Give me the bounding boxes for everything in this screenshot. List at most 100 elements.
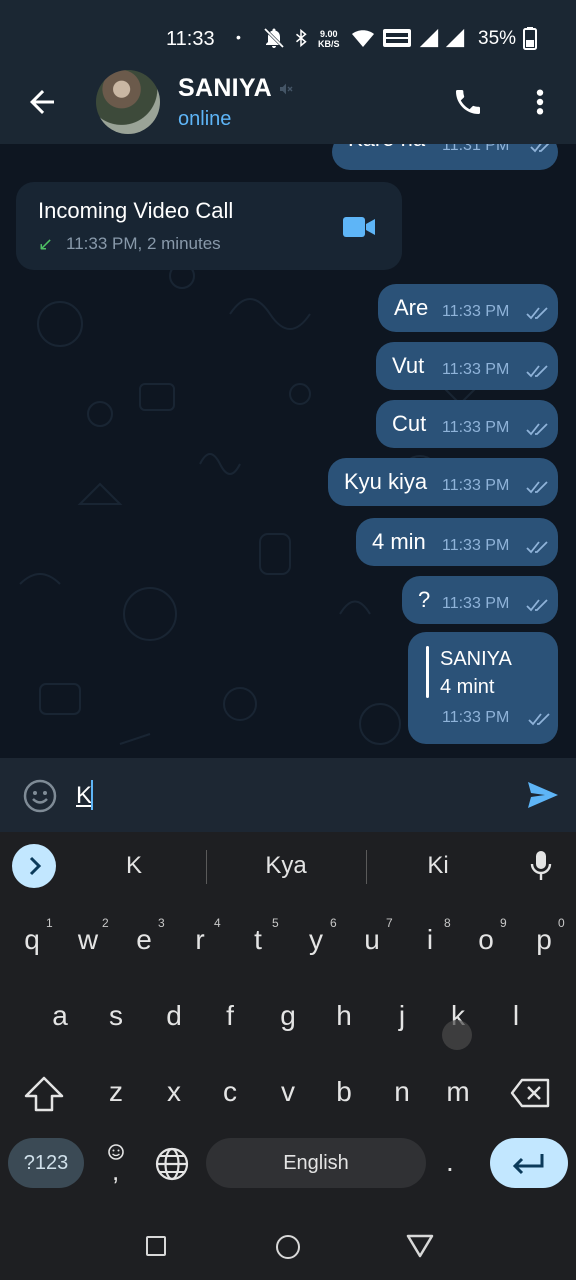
suggestion-2[interactable]: Kya: [216, 852, 356, 880]
message-time: 11:33 PM: [442, 477, 510, 494]
suggestion-divider: [366, 850, 367, 884]
send-icon[interactable]: [526, 780, 560, 810]
bluetooth-icon: [296, 28, 307, 48]
message-time: 11:33 PM: [442, 709, 510, 726]
call-meta: 11:33 PM, 2 minutes: [66, 234, 221, 253]
key-number-hint: 0: [558, 916, 565, 930]
message-bubble-partial[interactable]: Karo na 11:31 PM: [332, 144, 558, 170]
key-number-hint: 5: [272, 916, 279, 930]
key-z[interactable]: z: [92, 1076, 140, 1108]
enter-key[interactable]: [490, 1138, 568, 1188]
key-f[interactable]: f: [206, 1000, 254, 1032]
key-d[interactable]: d: [150, 1000, 198, 1032]
symbols-key[interactable]: ?123: [8, 1138, 84, 1188]
system-nav-bar: [0, 1202, 576, 1280]
chevron-right-icon: [29, 856, 42, 876]
message-input[interactable]: K: [76, 782, 92, 810]
double-check-icon: [526, 423, 548, 436]
message-text: Cut: [392, 411, 427, 436]
double-check-icon: [526, 307, 548, 320]
message-text: Vut: [392, 353, 425, 378]
space-bar[interactable]: English: [206, 1138, 426, 1188]
period-key[interactable]: .: [446, 1146, 454, 1178]
key-b[interactable]: b: [320, 1076, 368, 1108]
reply-to-name: SANIYA: [440, 648, 512, 670]
key-a[interactable]: a: [36, 1000, 84, 1032]
signal-icon-2: [445, 28, 465, 48]
message-time: 11:33 PM: [442, 303, 510, 320]
message-bubble[interactable]: Vut 11:33 PM: [376, 342, 558, 390]
key-press-ripple: [442, 1020, 472, 1050]
key-number-hint: 8: [444, 916, 451, 930]
message-text: 4 min: [372, 529, 426, 554]
message-text: Are: [394, 295, 429, 320]
shift-icon[interactable]: [22, 1074, 66, 1114]
message-bubble[interactable]: Are 11:33 PM: [378, 284, 558, 332]
key-j[interactable]: j: [378, 1000, 426, 1032]
incoming-call-arrow-icon: ↙: [38, 234, 54, 254]
suggestion-3[interactable]: Ki: [368, 852, 508, 880]
contact-name[interactable]: SANIYA: [178, 74, 272, 103]
key-x[interactable]: x: [150, 1076, 198, 1108]
volte-icon: [383, 29, 411, 47]
globe-icon[interactable]: [154, 1146, 190, 1182]
key-c[interactable]: c: [206, 1076, 254, 1108]
message-bubble[interactable]: Cut 11:33 PM: [376, 400, 558, 448]
suggestion-1[interactable]: K: [64, 852, 204, 880]
battery-percent: 35%: [478, 28, 517, 49]
suggestion-expand-button[interactable]: [12, 844, 56, 888]
net-speed-value: 9.00: [319, 29, 338, 39]
key-v[interactable]: v: [264, 1076, 312, 1108]
video-call-icon[interactable]: [342, 216, 376, 238]
soft-keyboard: K Kya Ki q1w2e3r4t5y6u7i8o9p0asdfghjklzx…: [0, 832, 576, 1202]
network-speed: 9.00 KB/S: [318, 29, 340, 49]
contact-avatar[interactable]: [96, 70, 160, 134]
notification-dot: •: [236, 29, 241, 45]
message-time: 11:33 PM: [442, 595, 510, 612]
emoji-comma-key[interactable]: ,: [100, 1138, 132, 1188]
reply-quote-bar: [426, 646, 429, 698]
key-g[interactable]: g: [264, 1000, 312, 1032]
wifi-icon: [352, 30, 374, 47]
double-check-icon: [530, 144, 550, 153]
message-time: 11:33 PM: [442, 361, 510, 378]
call-title: Incoming Video Call: [38, 198, 234, 223]
chat-header: SANIYA online: [0, 60, 576, 144]
recent-apps-icon[interactable]: [146, 1236, 166, 1256]
more-vert-icon[interactable]: [530, 86, 550, 118]
message-bubble[interactable]: 4 min 11:33 PM: [356, 518, 558, 566]
key-l[interactable]: l: [492, 1000, 540, 1032]
chat-area[interactable]: Karo na 11:31 PM Incoming Video Call ↙ 1…: [0, 144, 576, 758]
message-bubble[interactable]: Kyu kiya 11:33 PM: [328, 458, 558, 506]
key-number-hint: 6: [330, 916, 337, 930]
reply-to-text: 4 mint: [440, 676, 495, 698]
message-input-bar: K: [0, 758, 576, 832]
backspace-icon[interactable]: [510, 1078, 550, 1108]
text-cursor: [91, 780, 93, 810]
key-number-hint: 3: [158, 916, 165, 930]
double-check-icon: [526, 365, 548, 378]
key-number-hint: 4: [214, 916, 221, 930]
key-m[interactable]: m: [434, 1076, 482, 1108]
message-text: Karo na: [348, 144, 425, 152]
key-s[interactable]: s: [92, 1000, 140, 1032]
message-time: 11:31 PM: [442, 144, 510, 154]
signal-icon-1: [419, 28, 439, 48]
reply-message-bubble[interactable]: SANIYA 4 mint 11:33 PM: [408, 632, 558, 744]
incoming-video-call-bubble[interactable]: Incoming Video Call ↙ 11:33 PM, 2 minute…: [16, 182, 402, 270]
double-check-icon: [526, 481, 548, 494]
key-h[interactable]: h: [320, 1000, 368, 1032]
enter-arrow-icon: [512, 1154, 544, 1175]
phone-icon[interactable]: [452, 86, 484, 118]
suggestion-divider: [206, 850, 207, 884]
nav-back-triangle-icon[interactable]: [406, 1234, 434, 1258]
key-n[interactable]: n: [378, 1076, 426, 1108]
comma-label: ,: [112, 1156, 120, 1186]
emoji-smile-icon[interactable]: [22, 778, 58, 814]
message-text: Kyu kiya: [344, 469, 428, 494]
message-bubble[interactable]: ? 11:33 PM: [402, 576, 558, 624]
back-arrow-icon[interactable]: [24, 84, 60, 120]
microphone-icon[interactable]: [530, 850, 552, 882]
contact-status: online: [178, 108, 232, 130]
home-icon[interactable]: [276, 1235, 300, 1259]
